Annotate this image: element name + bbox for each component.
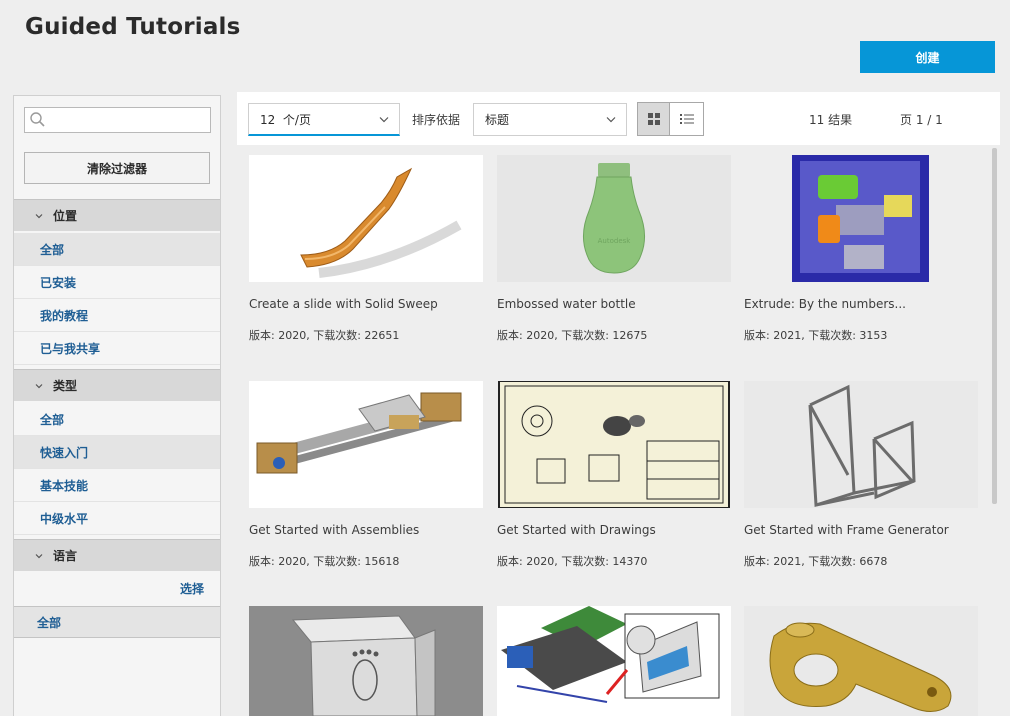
tutorial-thumbnail [497, 381, 731, 508]
content-scrollbar[interactable] [992, 148, 997, 504]
search-field[interactable] [24, 107, 211, 133]
location-item-my-tutorials[interactable]: 我的教程 [14, 299, 220, 332]
tutorial-title[interactable]: Extrude: By the numbers... [744, 297, 906, 311]
tutorial-meta: 版本: 2021, 下载次数: 6678 [744, 555, 888, 568]
location-section-header[interactable]: 位置 [14, 199, 220, 231]
list-view-icon [679, 114, 694, 124]
results-count: 11 结果 [809, 113, 853, 127]
sort-dropdown[interactable]: 标题 [473, 103, 627, 136]
results-toolbar: 12 个/页 排序依据 标题 11 结果 页 1 / 1 [237, 92, 1000, 145]
page-indicator: 页 1 / 1 [900, 113, 943, 127]
tutorial-title[interactable]: Create a slide with Solid Sweep [249, 297, 438, 311]
section-title: 位置 [53, 209, 78, 223]
tutorial-thumbnail [249, 381, 483, 508]
language-item-all[interactable]: 全部 [14, 606, 220, 638]
tutorial-thumbnail [249, 606, 483, 716]
per-page-dropdown[interactable]: 12 个/页 [248, 103, 400, 136]
type-section-header[interactable]: 类型 [14, 369, 220, 401]
clear-filters-button[interactable]: 清除过滤器 [24, 152, 210, 184]
tutorial-title[interactable]: Get Started with Drawings [497, 523, 656, 537]
tutorial-thumbnail [744, 381, 978, 508]
filter-sidebar: 清除过滤器 位置 全部 已安装 我的教程 已与我共享 类型 全部 快速入门 基本… [13, 95, 221, 716]
tutorial-meta: 版本: 2020, 下载次数: 12675 [497, 329, 648, 342]
location-item-installed[interactable]: 已安装 [14, 266, 220, 299]
type-item-all[interactable]: 全部 [14, 403, 220, 436]
tutorial-thumbnail [744, 155, 978, 282]
tutorial-meta: 版本: 2020, 下载次数: 22651 [249, 329, 400, 342]
tutorial-thumbnail [497, 606, 731, 716]
create-button[interactable]: 创建 [860, 41, 995, 73]
location-item-all[interactable]: 全部 [14, 233, 220, 266]
location-item-shared[interactable]: 已与我共享 [14, 332, 220, 365]
sort-label: 排序依据 [412, 113, 461, 127]
search-icon [30, 112, 45, 127]
list-view-button[interactable] [669, 102, 704, 136]
chevron-down-icon [379, 117, 389, 123]
tutorial-meta: 版本: 2020, 下载次数: 15618 [249, 555, 400, 568]
tutorial-thumbnail [744, 606, 978, 716]
tutorial-thumbnail: Autodesk [497, 155, 731, 282]
tutorial-title[interactable]: Get Started with Frame Generator [744, 523, 949, 537]
page-title: Guided Tutorials [25, 14, 241, 40]
search-input[interactable] [49, 110, 207, 130]
chevron-down-icon [35, 383, 43, 388]
type-item-basic-skills[interactable]: 基本技能 [14, 469, 220, 502]
grid-view-button[interactable] [637, 102, 670, 136]
chevron-down-icon [35, 213, 43, 218]
chevron-down-icon [606, 117, 616, 123]
type-item-intermediate[interactable]: 中级水平 [14, 502, 220, 535]
chevron-down-icon [35, 553, 43, 558]
section-title: 语言 [53, 549, 78, 563]
tutorial-title[interactable]: Embossed water bottle [497, 297, 636, 311]
type-item-quick-start[interactable]: 快速入门 [14, 436, 220, 469]
sort-value: 标题 [485, 113, 510, 127]
section-title: 类型 [53, 379, 78, 393]
tutorial-meta: 版本: 2021, 下载次数: 3153 [744, 329, 888, 342]
language-section-header[interactable]: 语言 [14, 539, 220, 571]
language-select-link[interactable]: 选择 [180, 580, 204, 597]
per-page-value: 12 个/页 [260, 112, 311, 127]
tutorial-thumbnail [249, 155, 483, 282]
svg-text:Autodesk: Autodesk [598, 237, 632, 245]
tutorial-title[interactable]: Get Started with Assemblies [249, 523, 419, 537]
grid-view-icon [647, 113, 660, 125]
tutorial-meta: 版本: 2020, 下载次数: 14370 [497, 555, 648, 568]
